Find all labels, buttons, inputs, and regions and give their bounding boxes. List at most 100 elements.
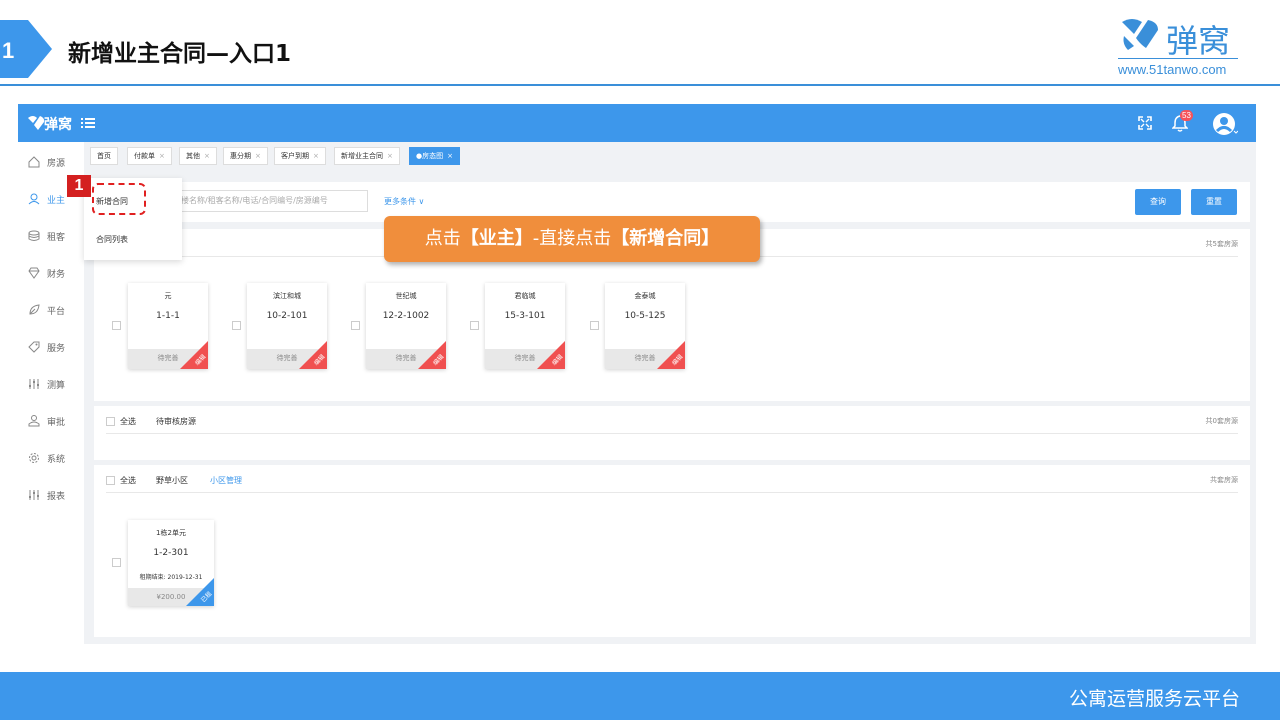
instruction-callout: 点击【业主】-直接点击【新增合同】	[384, 216, 760, 262]
slide-title: 新增业主合同—入口1	[68, 41, 292, 67]
tab-room-status[interactable]: ●房态图 ×	[409, 147, 460, 165]
close-icon[interactable]: ×	[313, 152, 319, 160]
sidebar-item-reports[interactable]: 报表	[18, 480, 84, 510]
tab-label: 付款单	[134, 152, 155, 160]
tab-home[interactable]: 首页	[90, 147, 118, 165]
brand-name: 弹窝	[1166, 22, 1231, 60]
house-name: 世纪城	[395, 292, 417, 300]
app-window: 弹窝 53 房源 业主 租客 财务 平台 服务 测算 审批 系统 报表 首页 付…	[18, 104, 1256, 644]
house-card[interactable]: 滨江和城 10-2-101 待完善 编辑	[247, 283, 327, 369]
card-checkbox[interactable]	[112, 321, 121, 330]
house-card[interactable]: 世纪城 12-2-1002 待完善 编辑	[366, 283, 446, 369]
close-icon[interactable]: ×	[204, 152, 210, 160]
group-header: 全选 野草小区 小区管理 共套房源	[106, 473, 1238, 493]
pending-review-panel: 全选 待审核房源 共0套房源	[94, 406, 1250, 460]
card-checkbox[interactable]	[590, 321, 599, 330]
callout-highlight: 【业主】	[460, 228, 533, 249]
top-bar: 弹窝 53	[18, 104, 1256, 142]
footer-bar: 公寓运营服务云平台	[0, 672, 1280, 720]
room-number: 15-3-101	[504, 311, 546, 321]
house-card[interactable]: 元 1-1-1 待完善 编辑	[128, 283, 208, 369]
sidebar-item-system[interactable]: 系统	[18, 443, 84, 473]
close-icon[interactable]: ×	[159, 152, 165, 160]
avatar-icon[interactable]	[1212, 112, 1238, 136]
sliders-icon	[29, 490, 39, 500]
group-title: 待审核房源	[156, 417, 196, 426]
tab-payment[interactable]: 付款单 ×	[127, 147, 172, 165]
sidebar-item-label: 报表	[47, 492, 66, 502]
house-name: 元	[164, 292, 172, 300]
sidebar-item-calculate[interactable]: 测算	[18, 369, 84, 399]
card-checkbox[interactable]	[112, 558, 121, 567]
close-icon[interactable]: ×	[387, 152, 393, 160]
app-logo-icon	[28, 116, 45, 130]
group-title: 野草小区	[156, 476, 188, 485]
select-all-label: 全选	[120, 417, 136, 426]
card-checkbox[interactable]	[351, 321, 360, 330]
brand-divider	[1118, 58, 1238, 59]
tab-label: 新增业主合同	[341, 152, 383, 160]
sidebar-item-houses[interactable]: 房源	[18, 147, 84, 177]
sidebar-item-label: 平台	[47, 307, 66, 317]
brand-url: www.51tanwo.com	[1118, 62, 1227, 77]
callout-text: -直接点击	[532, 228, 612, 249]
room-number: 12-2-1002	[382, 311, 430, 321]
select-all-label: 全选	[120, 476, 136, 485]
tab-label: 客户到期	[281, 152, 309, 160]
callout-text: 点击	[424, 228, 461, 249]
menu-item-contract-list[interactable]: 合同列表	[96, 234, 128, 245]
sidebar-item-finance[interactable]: 财务	[18, 258, 84, 288]
sidebar-item-tenants[interactable]: 租客	[18, 221, 84, 251]
tab-installment[interactable]: 惠分期 ×	[223, 147, 268, 165]
sidebar-item-label: 财务	[47, 270, 66, 280]
tab-other[interactable]: 其他 ×	[179, 147, 217, 165]
more-filter-toggle[interactable]: 更多条件 ∨	[384, 196, 424, 207]
close-icon[interactable]: ×	[447, 152, 453, 160]
sidebar-item-approval[interactable]: 审批	[18, 406, 84, 436]
slide-number-marker: 1	[0, 20, 52, 78]
app-name: 弹窝	[44, 117, 72, 133]
select-all-checkbox[interactable]	[106, 476, 115, 485]
reset-button[interactable]: 重置	[1191, 189, 1237, 215]
notification-badge: 53	[1180, 110, 1193, 121]
header-divider	[0, 84, 1280, 86]
callout-highlight: 【新增合同】	[611, 228, 720, 249]
home-icon	[28, 156, 40, 168]
brand-logo-block: 弹窝 www.51tanwo.com	[1118, 14, 1240, 80]
group-count: 共5套房源	[1205, 240, 1238, 248]
sidebar: 房源 业主 租客 财务 平台 服务 测算 审批 系统 报表	[18, 142, 84, 644]
tag-icon	[28, 341, 40, 353]
gear-icon	[29, 453, 39, 463]
sidebar-item-label: 系统	[47, 455, 66, 465]
step-badge: 1	[67, 175, 91, 197]
rented-house-card[interactable]: 1栋2单元 1-2-301 租期结束: 2019-12-31 ¥200.00 已…	[128, 520, 214, 606]
query-button[interactable]: 查询	[1135, 189, 1181, 215]
house-card[interactable]: 君临城 15-3-101 待完善 编辑	[485, 283, 565, 369]
community-management-link[interactable]: 小区管理	[210, 475, 242, 486]
house-name: 君临城	[514, 292, 536, 300]
card-checkbox[interactable]	[232, 321, 241, 330]
room-number: 10-5-125	[624, 311, 666, 321]
sidebar-item-platform[interactable]: 平台	[18, 295, 84, 325]
user-icon	[28, 193, 40, 205]
community-group-panel: 全选 野草小区 小区管理 共套房源 1栋2单元 1-2-301 租期结束: 20…	[94, 465, 1250, 637]
close-icon[interactable]: ×	[255, 152, 261, 160]
house-name: 金泰城	[634, 292, 656, 300]
group-count: 共套房源	[1210, 476, 1238, 484]
search-input[interactable]: 楼名称/租客名称/电话/合同编号/房源编号	[174, 190, 368, 212]
fullscreen-icon[interactable]	[1138, 116, 1152, 130]
menu-icon[interactable]	[80, 115, 96, 131]
select-all-checkbox[interactable]	[106, 417, 115, 426]
group-count: 共0套房源	[1205, 417, 1238, 425]
tab-label: 惠分期	[230, 152, 251, 160]
room-number: 10-2-101	[266, 311, 308, 321]
tab-new-owner-contract[interactable]: 新增业主合同 ×	[334, 147, 400, 165]
sidebar-item-service[interactable]: 服务	[18, 332, 84, 362]
sliders-icon	[29, 379, 39, 389]
room-number: 1-1-1	[156, 311, 180, 321]
house-card[interactable]: 金泰城 10-5-125 待完善 编辑	[605, 283, 685, 369]
sidebar-item-label: 业主	[47, 196, 66, 206]
card-checkbox[interactable]	[470, 321, 479, 330]
tab-customer-expiry[interactable]: 客户到期 ×	[274, 147, 326, 165]
database-icon	[28, 230, 40, 241]
